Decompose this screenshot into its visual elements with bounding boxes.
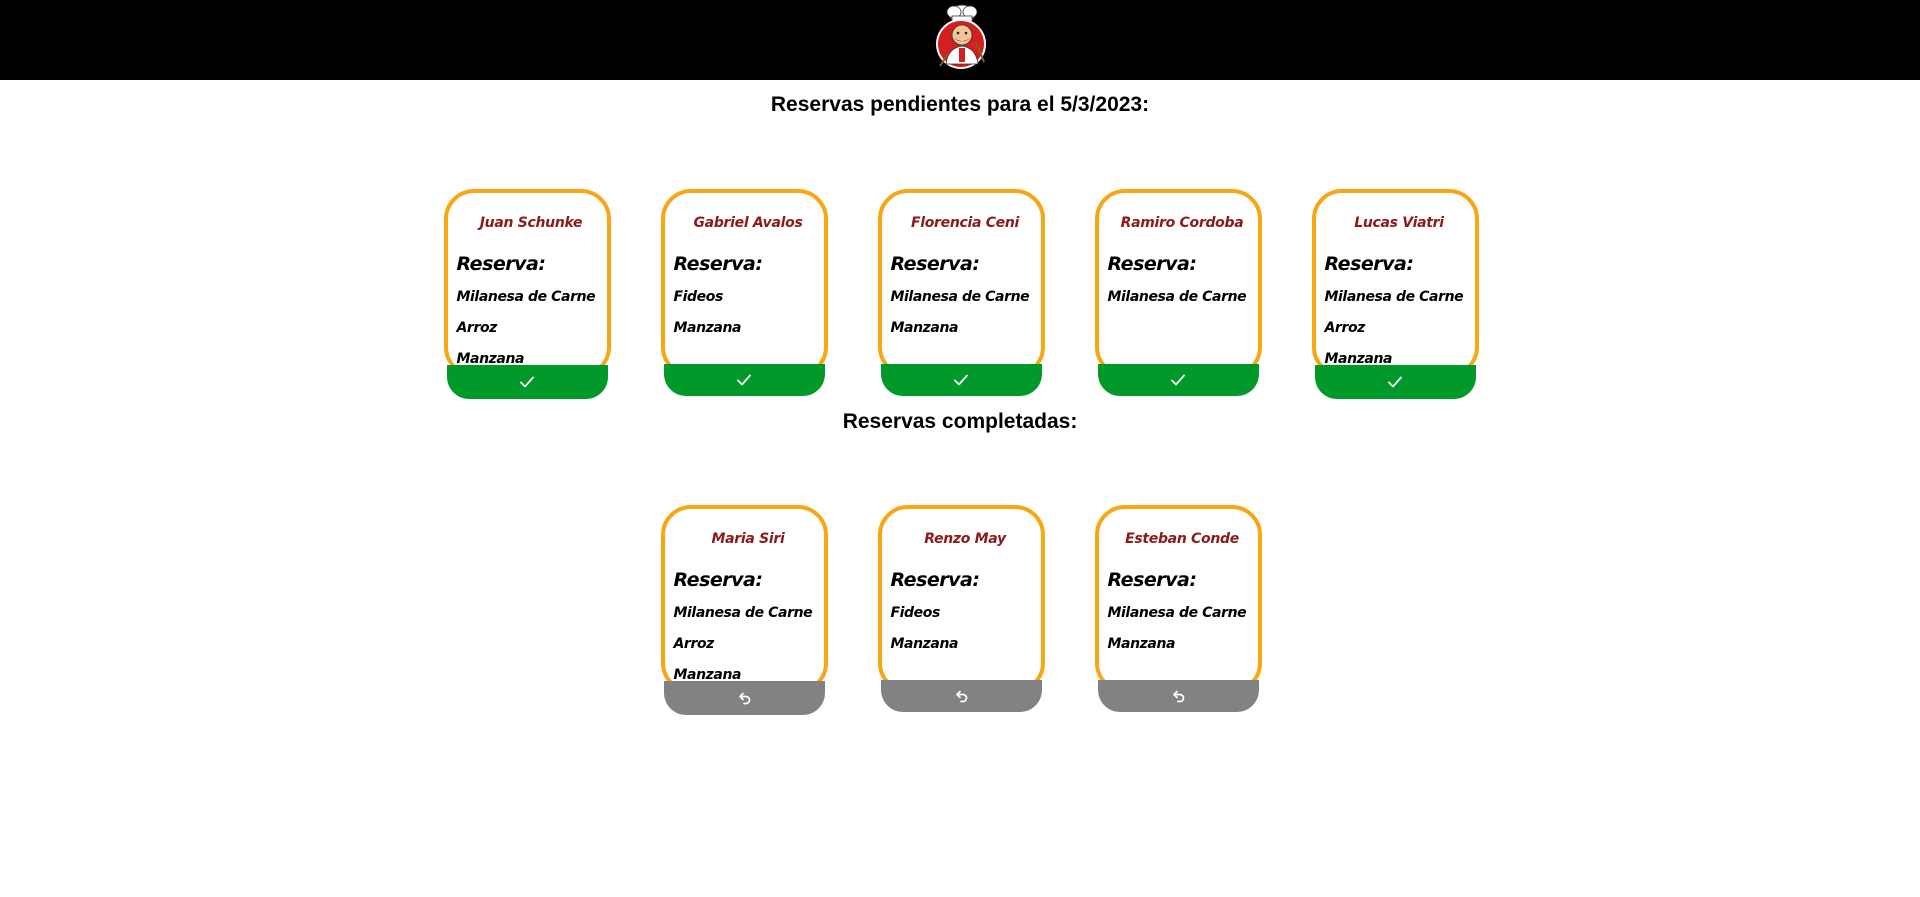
completed-reservation-card: Maria Siri Reserva: Milanesa de Carne Arroz… bbox=[660, 505, 828, 715]
customer-name: Esteban Conde bbox=[1125, 531, 1239, 547]
check-icon bbox=[1170, 372, 1186, 388]
reservation-item: Milanesa de Carne bbox=[890, 289, 1030, 305]
reservation-item: Milanesa de Carne bbox=[1324, 289, 1464, 305]
card-frame: Esteban Conde Reserva: Milanesa de Carne Ma… bbox=[1094, 505, 1262, 693]
card-frame: Florencia Ceni Reserva: Milanesa de Carne M… bbox=[877, 189, 1045, 377]
card-frame: Lucas Viatri Reserva: Milanesa de Carne Arr… bbox=[1311, 189, 1479, 377]
customer-name: Maria Siri bbox=[711, 531, 785, 547]
reservation-heading: Reserva: bbox=[890, 569, 980, 591]
completed-reservation-card: Esteban Conde Reserva: Milanesa de Carne Ma… bbox=[1094, 505, 1262, 715]
pending-reservation-card: Florencia Ceni Reserva: Milanesa de Carne M… bbox=[877, 189, 1045, 399]
undo-complete-button[interactable] bbox=[880, 680, 1042, 712]
mark-complete-button[interactable] bbox=[663, 364, 825, 396]
customer-name: Ramiro Cordoba bbox=[1120, 215, 1244, 231]
reservation-items: Milanesa de Carne Arroz Manzana bbox=[1324, 289, 1464, 373]
reservation-item: Manzana bbox=[673, 320, 742, 336]
mark-complete-button[interactable] bbox=[880, 364, 1042, 396]
pending-reservation-card: Gabriel Avalos Reserva: Fideos Manzana bbox=[660, 189, 828, 399]
reservation-item: Milanesa de Carne bbox=[673, 605, 813, 621]
pending-reservations-title: Reservas pendientes para el 5/3/2023: bbox=[770, 93, 1150, 116]
pending-reservation-card: Lucas Viatri Reserva: Milanesa de Carne Arr… bbox=[1311, 189, 1479, 399]
undo-icon bbox=[736, 690, 752, 706]
reservation-items: Milanesa de Carne Arroz Manzana bbox=[673, 605, 813, 689]
reservation-item: Fideos bbox=[890, 605, 941, 621]
undo-icon bbox=[953, 688, 969, 704]
reservation-items: Fideos Manzana bbox=[891, 605, 959, 667]
reservation-item: Fideos bbox=[673, 289, 724, 305]
mark-complete-button[interactable] bbox=[1097, 364, 1259, 396]
completed-reservation-card: Renzo May Reserva: Fideos Manzana bbox=[877, 505, 1045, 715]
reservation-item: Milanesa de Carne bbox=[1107, 605, 1247, 621]
reservation-heading: Reserva: bbox=[1324, 253, 1414, 275]
reservation-heading: Reserva: bbox=[673, 253, 763, 275]
check-icon bbox=[953, 372, 969, 388]
completed-reservations-title: Reservas completadas: bbox=[842, 410, 1078, 433]
pending-reservation-card: Juan Schunke Reserva: Milanesa de Carne Arr… bbox=[443, 189, 611, 399]
undo-icon bbox=[1170, 688, 1186, 704]
customer-name: Lucas Viatri bbox=[1354, 215, 1444, 231]
chef-logo-icon[interactable] bbox=[930, 2, 992, 72]
reservation-item: Arroz bbox=[1324, 320, 1366, 336]
reservation-items: Fideos Manzana bbox=[674, 289, 742, 351]
header-bar bbox=[0, 0, 1920, 80]
completed-reservations-list: Maria Siri Reserva: Milanesa de Carne Arroz… bbox=[0, 505, 1920, 715]
customer-name: Florencia Ceni bbox=[910, 215, 1020, 231]
card-frame: Gabriel Avalos Reserva: Fideos Manzana bbox=[660, 189, 828, 377]
reservation-items: Milanesa de Carne bbox=[1108, 289, 1247, 320]
undo-complete-button[interactable] bbox=[1097, 680, 1259, 712]
reservation-item: Arroz bbox=[673, 636, 715, 652]
customer-name: Renzo May bbox=[924, 531, 1006, 547]
reservation-item: Manzana bbox=[890, 320, 959, 336]
reservation-item: Arroz bbox=[456, 320, 498, 336]
card-frame: Juan Schunke Reserva: Milanesa de Carne Arr… bbox=[443, 189, 611, 377]
reservation-items: Milanesa de Carne Arroz Manzana bbox=[456, 289, 596, 373]
mark-complete-button[interactable] bbox=[446, 365, 608, 399]
reservation-heading: Reserva: bbox=[673, 569, 763, 591]
customer-name: Juan Schunke bbox=[479, 215, 583, 231]
reservation-heading: Reserva: bbox=[890, 253, 980, 275]
reservation-heading: Reserva: bbox=[1107, 253, 1197, 275]
mark-complete-button[interactable] bbox=[1314, 365, 1476, 399]
card-frame: Maria Siri Reserva: Milanesa de Carne Arroz… bbox=[660, 505, 828, 693]
reservation-heading: Reserva: bbox=[456, 253, 546, 275]
check-icon bbox=[519, 374, 535, 390]
reservation-item: Manzana bbox=[1107, 636, 1176, 652]
reservation-item: Manzana bbox=[890, 636, 959, 652]
check-icon bbox=[736, 372, 752, 388]
reservation-items: Milanesa de Carne Manzana bbox=[1108, 605, 1247, 667]
reservation-heading: Reserva: bbox=[1107, 569, 1197, 591]
reservation-item: Milanesa de Carne bbox=[456, 289, 596, 305]
reservation-item: Milanesa de Carne bbox=[1107, 289, 1247, 305]
check-icon bbox=[1387, 374, 1403, 390]
card-frame: Ramiro Cordoba Reserva: Milanesa de Carne bbox=[1094, 189, 1262, 377]
undo-complete-button[interactable] bbox=[663, 681, 825, 715]
reservation-items: Milanesa de Carne Manzana bbox=[891, 289, 1030, 351]
customer-name: Gabriel Avalos bbox=[693, 215, 803, 231]
card-frame: Renzo May Reserva: Fideos Manzana bbox=[877, 505, 1045, 693]
pending-reservations-list: Juan Schunke Reserva: Milanesa de Carne Arr… bbox=[0, 189, 1920, 399]
pending-reservation-card: Ramiro Cordoba Reserva: Milanesa de Carne bbox=[1094, 189, 1262, 399]
